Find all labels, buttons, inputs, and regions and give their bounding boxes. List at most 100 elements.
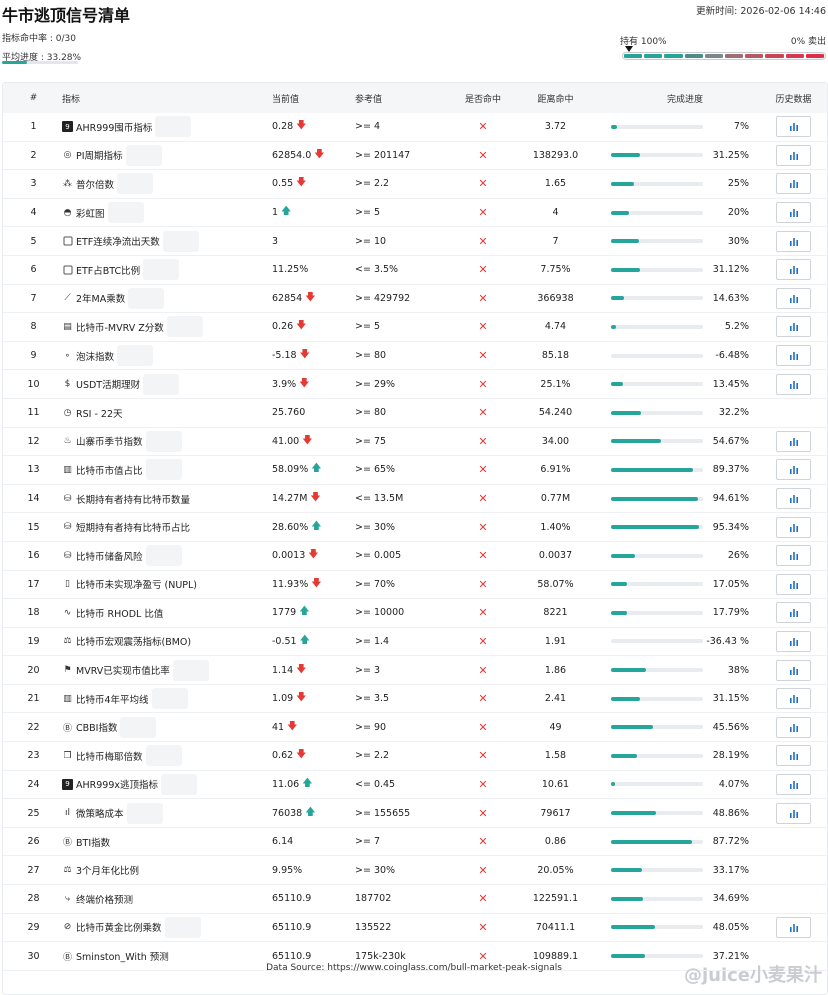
indicator-name-cell[interactable]: ▥ 比特币市值占比 — [62, 459, 272, 481]
cross-icon: ✕ — [478, 577, 488, 591]
progress-cell: 33.17% — [610, 865, 760, 876]
indicator-name[interactable]: ETF连续净流出天数 — [76, 234, 160, 248]
history-button[interactable] — [776, 773, 811, 795]
indicator-name-cell[interactable]: Ⓑ Sminston_With 预测 — [62, 949, 272, 963]
arrow-down-icon: 🡇 — [310, 492, 321, 504]
history-button[interactable] — [776, 545, 811, 567]
indicator-name-cell[interactable]: ◎ PI周期指标 — [62, 144, 272, 166]
indicator-name[interactable]: 比特币梅耶倍数 — [76, 749, 143, 763]
indicator-name[interactable]: 短期持有者持有比特币占比 — [76, 520, 190, 534]
indicator-name-cell[interactable]: $ USDT活期理财 — [62, 373, 272, 395]
indicator-name[interactable]: 终端价格预测 — [76, 892, 133, 906]
indicator-name[interactable]: CBBI指数 — [76, 720, 117, 734]
indicator-name-cell[interactable]: ıl 微策略成本 — [62, 802, 272, 824]
indicator-name[interactable]: 3个月年化比例 — [76, 863, 139, 877]
indicator-name[interactable]: 比特币未实现净盈亏 (NUPL) — [76, 577, 197, 591]
indicator-icon: ıl — [64, 808, 70, 819]
indicator-name-cell[interactable]: ▤ 比特币-MVRV Z分数 — [62, 316, 272, 338]
indicator-name-cell[interactable]: ETF占BTC比例 — [62, 259, 272, 281]
indicator-name-cell[interactable]: ⛁ 比特币储备风险 — [62, 545, 272, 567]
indicator-name[interactable]: USDT活期理财 — [76, 377, 140, 391]
history-button[interactable] — [776, 173, 811, 195]
indicator-name-cell[interactable]: ◷ RSI - 22天 — [62, 406, 272, 420]
indicator-name-cell[interactable]: Ⓑ BTI指数 — [62, 835, 272, 849]
indicator-name[interactable]: AHR999x逃顶指标 — [76, 777, 158, 791]
indicator-name[interactable]: PI周期指标 — [76, 148, 123, 162]
history-button[interactable] — [776, 202, 811, 224]
indicator-name[interactable]: 彩虹图 — [76, 206, 105, 220]
indicator-name-cell[interactable]: ❐ 比特币梅耶倍数 — [62, 745, 272, 767]
history-button[interactable] — [776, 373, 811, 395]
history-button[interactable] — [776, 345, 811, 367]
indicator-name[interactable]: 泡沫指数 — [76, 349, 114, 363]
history-button[interactable] — [776, 316, 811, 338]
history-button[interactable] — [776, 230, 811, 252]
indicator-name[interactable]: 比特币市值占比 — [76, 463, 143, 477]
indicator-name-cell[interactable]: ⚖ 3个月年化比例 — [62, 863, 272, 877]
indicator-name-cell[interactable]: ▥ 比特币4年平均线 — [62, 688, 272, 710]
history-button[interactable] — [776, 287, 811, 309]
history-button[interactable] — [776, 688, 811, 710]
history-button[interactable] — [776, 659, 811, 681]
indicator-name[interactable]: 山寨币季节指数 — [76, 434, 143, 448]
history-button[interactable] — [776, 144, 811, 166]
history-button[interactable] — [776, 916, 811, 938]
indicator-name-cell[interactable]: ⚑ MVRV已实现市值比率 — [62, 659, 272, 681]
indicator-name-cell[interactable]: ⤷ 终端价格预测 — [62, 892, 272, 906]
indicator-name[interactable]: 比特币 RHODL 比值 — [76, 606, 163, 620]
indicator-name-cell[interactable]: 9 AHR999x逃顶指标 — [62, 773, 272, 795]
indicator-name-cell[interactable]: ⟋ 2年MA乘数 — [62, 287, 272, 309]
indicator-name[interactable]: Sminston_With 预测 — [76, 949, 169, 963]
row-number: 5 — [30, 235, 37, 247]
indicator-name[interactable]: 长期持有者持有比特币数量 — [76, 492, 190, 506]
indicator-name-cell[interactable]: ⛁ 长期持有者持有比特币数量 — [62, 492, 272, 506]
history-button[interactable] — [776, 716, 811, 738]
cross-icon: ✕ — [478, 463, 488, 477]
indicator-name-cell[interactable]: ♨ 山寨币季节指数 — [62, 430, 272, 452]
indicator-name[interactable]: 比特币宏观震荡指标(BMO) — [76, 634, 191, 648]
indicator-name[interactable]: BTI指数 — [76, 835, 110, 849]
progress-label: 7% — [733, 121, 749, 133]
progress-cell: 14.63% — [610, 293, 760, 304]
indicator-name-cell[interactable]: 9 AHR999囤币指标 — [62, 116, 272, 138]
indicator-name[interactable]: 2年MA乘数 — [76, 291, 125, 305]
indicator-name[interactable]: 比特币-MVRV Z分数 — [76, 320, 164, 334]
indicator-name-cell[interactable]: ▯ 比特币未实现净盈亏 (NUPL) — [62, 577, 272, 591]
indicator-name-cell[interactable]: Ⓑ CBBI指数 — [62, 716, 272, 738]
indicator-name-cell[interactable]: ⊘ 比特币黄金比例乘数 — [62, 916, 272, 938]
indicator-name[interactable]: MVRV已实现市值比率 — [76, 663, 170, 677]
history-button[interactable] — [776, 488, 811, 510]
history-button[interactable] — [776, 802, 811, 824]
indicator-name-cell[interactable]: ⚖ 比特币宏观震荡指标(BMO) — [62, 634, 272, 648]
indicator-name-cell[interactable]: ∿ 比特币 RHODL 比值 — [62, 606, 272, 620]
indicator-name[interactable]: 比特币黄金比例乘数 — [76, 920, 162, 934]
history-button[interactable] — [776, 259, 811, 281]
indicator-name[interactable]: 比特币储备风险 — [76, 549, 143, 563]
history-button[interactable] — [776, 630, 811, 652]
progress-track — [611, 181, 703, 186]
indicator-name[interactable]: AHR999囤币指标 — [76, 120, 152, 134]
history-button[interactable] — [776, 116, 811, 138]
reference-value: >= 1.4 — [355, 635, 390, 647]
history-button[interactable] — [776, 745, 811, 767]
indicator-name[interactable]: ETF占BTC比例 — [76, 263, 140, 277]
history-button[interactable] — [776, 430, 811, 452]
history-button[interactable] — [776, 602, 811, 624]
history-button[interactable] — [776, 459, 811, 481]
indicator-name[interactable]: RSI - 22天 — [76, 406, 123, 420]
indicator-name-cell[interactable]: ∘ 泡沫指数 — [62, 345, 272, 367]
indicator-name[interactable]: 普尔倍数 — [76, 177, 114, 191]
arrow-down-icon: 🡇 — [296, 177, 307, 189]
indicator-name-cell[interactable]: ⁂ 普尔倍数 — [62, 173, 272, 195]
history-button[interactable] — [776, 573, 811, 595]
indicator-name-cell[interactable]: ◓ 彩虹图 — [62, 202, 272, 224]
indicator-name[interactable]: 比特币4年平均线 — [76, 692, 149, 706]
indicator-name[interactable]: 微策略成本 — [76, 806, 124, 820]
indicator-name-cell[interactable]: ⛁ 短期持有者持有比特币占比 — [62, 520, 272, 534]
progress-track — [611, 896, 703, 901]
row-number: 18 — [27, 607, 40, 619]
history-button[interactable] — [776, 516, 811, 538]
gauge-segments — [622, 52, 826, 60]
name-highlight — [107, 202, 144, 224]
indicator-name-cell[interactable]: ETF连续净流出天数 — [62, 230, 272, 252]
